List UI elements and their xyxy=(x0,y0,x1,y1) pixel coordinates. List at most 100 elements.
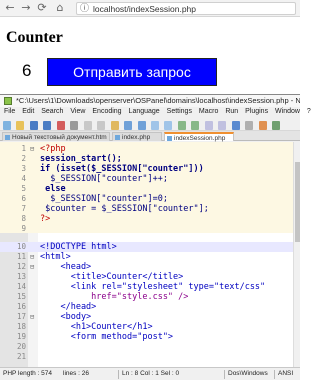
status-separator xyxy=(118,370,119,379)
save-all-icon[interactable] xyxy=(43,121,52,130)
menu-window[interactable]: Window xyxy=(275,108,300,115)
code-line: if (isset($_SESSION["counter"])) xyxy=(40,164,204,174)
status-separator xyxy=(274,370,275,379)
menu-bar: File Edit Search View Encoding Language … xyxy=(0,107,311,117)
record-macro-icon[interactable] xyxy=(258,121,267,130)
paste-icon[interactable] xyxy=(110,121,119,130)
notepad-window: *C:\Users\1\Downloads\openserver\OSPanel… xyxy=(0,94,311,380)
status-separator xyxy=(224,370,225,379)
menu-macro[interactable]: Macro xyxy=(199,108,218,115)
copy-icon[interactable] xyxy=(97,121,106,130)
code-line: href="style.css" /> xyxy=(40,292,189,302)
line-number: 5 xyxy=(21,184,26,193)
show-all-chars-icon[interactable] xyxy=(231,121,240,130)
replace-icon[interactable] xyxy=(164,121,173,130)
code-line: <form method="post"> xyxy=(40,332,174,342)
address-bar[interactable]: ⓘ localhost/indexSession.php xyxy=(76,2,296,15)
code-line: $_SESSION["counter"]=0; xyxy=(40,194,168,204)
code-line: else xyxy=(40,184,66,194)
line-number: 21 xyxy=(16,352,26,361)
word-wrap-icon[interactable] xyxy=(218,121,227,130)
scroll-thumb[interactable] xyxy=(295,162,300,242)
fold-toggle-icon[interactable]: ⊟ xyxy=(30,262,34,272)
indent-guide-icon[interactable] xyxy=(245,121,254,130)
line-number: 6 xyxy=(21,194,26,203)
fold-toggle-icon[interactable]: ⊟ xyxy=(30,144,34,154)
code-line: ?> xyxy=(40,214,51,224)
refresh-icon[interactable]: ⟳ xyxy=(36,2,48,14)
code-line: <link rel="stylesheet" type="text/css" xyxy=(40,282,266,292)
back-icon[interactable]: ← xyxy=(4,2,16,14)
line-number: 10 xyxy=(16,242,26,251)
line-number: 14 xyxy=(16,282,26,291)
menu-file[interactable]: File xyxy=(4,108,15,115)
info-icon[interactable]: ⓘ xyxy=(80,3,89,15)
cut-icon[interactable] xyxy=(83,121,92,130)
status-position: Ln : 8 Col : 1 Sel : 0 xyxy=(122,370,180,377)
code-line: $_SESSION["counter"]++; xyxy=(40,174,168,184)
line-number: 3 xyxy=(21,164,26,173)
tab-index-session-php[interactable]: indexSession.php xyxy=(164,132,234,142)
status-eol: Dos\Windows xyxy=(228,370,268,377)
menu-plugins[interactable]: Plugins xyxy=(245,108,268,115)
editor-toolbar xyxy=(0,117,300,131)
print-icon[interactable] xyxy=(70,121,79,130)
line-number: 18 xyxy=(16,322,26,331)
file-icon xyxy=(167,136,172,141)
line-number: 7 xyxy=(21,204,26,213)
line-number: 11 xyxy=(16,252,26,261)
menu-settings[interactable]: Settings xyxy=(167,108,192,115)
code-line: <html> xyxy=(40,252,71,262)
line-number: 15 xyxy=(16,292,26,301)
menu-edit[interactable]: Edit xyxy=(22,108,34,115)
url-text: localhost/indexSession.php xyxy=(93,4,197,14)
line-number: 20 xyxy=(16,342,26,351)
play-macro-icon[interactable] xyxy=(272,121,281,130)
line-number: 4 xyxy=(21,174,26,183)
status-bar: PHP length : 574 lines : 26 Ln : 8 Col :… xyxy=(0,367,300,380)
notepad-app-icon xyxy=(4,97,12,105)
line-number: 2 xyxy=(21,154,26,163)
line-number: 9 xyxy=(21,224,26,233)
status-lines: lines : 26 xyxy=(63,370,90,377)
tab-new-text-document[interactable]: Новый текстовый документ.htm xyxy=(2,132,110,141)
menu-run[interactable]: Run xyxy=(225,108,238,115)
close-file-icon[interactable] xyxy=(56,121,65,130)
counter-value: 6 xyxy=(22,61,32,80)
undo-icon[interactable] xyxy=(124,121,133,130)
code-line: </head> xyxy=(40,302,97,312)
menu-language[interactable]: Language xyxy=(129,108,160,115)
menu-encoding[interactable]: Encoding xyxy=(92,108,121,115)
menu-view[interactable]: View xyxy=(70,108,85,115)
open-file-icon[interactable] xyxy=(16,121,25,130)
code-line: session_start(); xyxy=(40,154,122,164)
save-icon[interactable] xyxy=(29,121,38,130)
status-length: PHP length : 574 xyxy=(3,370,53,377)
redo-icon[interactable] xyxy=(137,121,146,130)
zoom-in-icon[interactable] xyxy=(177,121,186,130)
forward-icon[interactable]: → xyxy=(20,2,32,14)
window-title-bar: *C:\Users\1\Downloads\openserver\OSPanel… xyxy=(0,95,300,107)
window-title: *C:\Users\1\Downloads\openserver\OSPanel… xyxy=(16,96,300,105)
sync-scroll-icon[interactable] xyxy=(204,121,213,130)
find-icon[interactable] xyxy=(150,121,159,130)
tab-bar: Новый текстовый документ.htm index.php i… xyxy=(0,131,300,142)
line-number: 17 xyxy=(16,312,26,321)
zoom-out-icon[interactable] xyxy=(191,121,200,130)
tab-index-php[interactable]: index.php xyxy=(112,132,162,141)
code-line: <h1>Counter</h1> xyxy=(40,322,153,332)
file-icon xyxy=(115,135,120,140)
code-editor[interactable]: 1 2 3 4 5 6 7 8 9 10 11 12 13 14 15 16 1… xyxy=(0,142,300,367)
code-line: $counter = $_SESSION["counter"]; xyxy=(40,204,209,214)
line-number: 8 xyxy=(21,214,26,223)
vertical-scrollbar[interactable] xyxy=(293,142,300,367)
fold-toggle-icon[interactable]: ⊟ xyxy=(30,312,34,322)
menu-search[interactable]: Search xyxy=(41,108,63,115)
new-file-icon[interactable] xyxy=(3,121,11,130)
home-icon[interactable]: ⌂ xyxy=(54,2,66,14)
line-number: 16 xyxy=(16,302,26,311)
submit-button[interactable]: Отправить запрос xyxy=(47,58,217,86)
menu-help[interactable]: ? xyxy=(307,108,311,115)
line-number: 19 xyxy=(16,332,26,341)
fold-toggle-icon[interactable]: ⊟ xyxy=(30,252,34,262)
